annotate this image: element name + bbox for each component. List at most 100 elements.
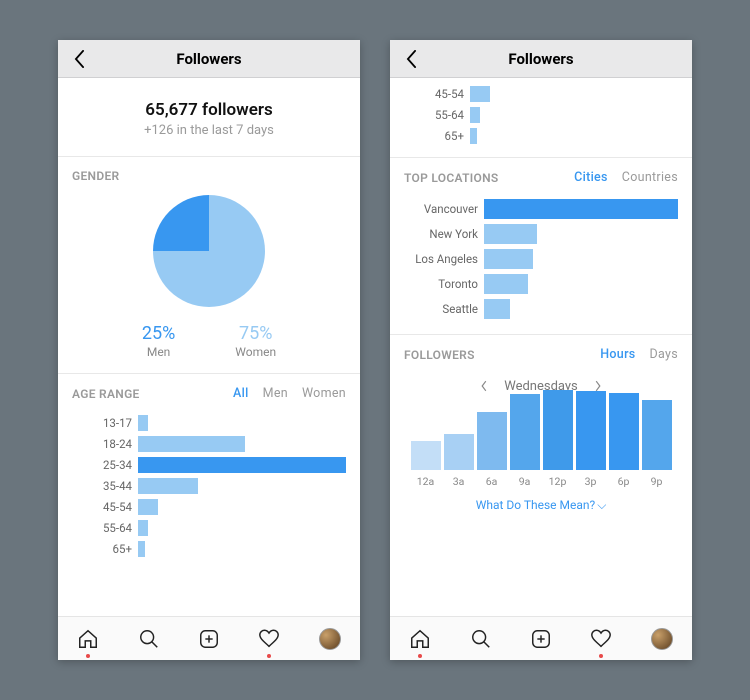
hour-bar-fill [576,391,606,470]
notification-dot [267,654,271,658]
gender-section-head: GENDER [58,157,360,189]
tab-home[interactable] [75,626,101,652]
hour-bar-fill [642,400,672,470]
bar-row: 55-64 [404,105,678,125]
tab-locations-countries[interactable]: Countries [622,170,678,185]
heart-icon [258,628,280,650]
what-do-these-mean-link[interactable]: What Do These Mean?⌵ [390,488,692,525]
bar-label: Seattle [404,302,484,316]
tab-search[interactable] [136,626,162,652]
notification-dot [418,654,422,658]
bar-fill [138,499,158,515]
back-button[interactable] [400,48,422,70]
home-icon [409,628,431,650]
bar-track [138,436,346,452]
hour-bar: 12a [411,441,441,488]
tab-profile[interactable] [317,626,343,652]
page-title: Followers [508,50,573,68]
bar-label: Vancouver [404,202,484,216]
age-section-head: AGE RANGE All Men Women [58,374,360,407]
tab-age-all[interactable]: All [233,386,249,401]
bar-fill [484,274,528,294]
hour-bar: 6a [477,412,507,488]
tab-locations-cities[interactable]: Cities [574,170,608,185]
page-title: Followers [176,50,241,68]
hour-bar-fill [444,434,474,470]
locations-section-head: TOP LOCATIONS Cities Countries [390,158,692,191]
bar-track [484,249,678,269]
tab-followers-hours[interactable]: Hours [600,347,635,362]
followers-tabs: Hours Days [600,347,678,362]
nav-bar: Followers [390,40,692,78]
search-icon [138,628,160,650]
locations-section-title: TOP LOCATIONS [404,171,499,185]
bar-label: 13-17 [72,416,138,430]
tab-activity[interactable] [588,626,614,652]
bar-label: Los Angeles [404,252,484,266]
bar-label: 45-54 [72,500,138,514]
hour-bar: 9a [510,394,540,488]
bar-row: 65+ [72,539,346,559]
hour-bar: 3a [444,434,474,488]
prev-day-button[interactable] [476,378,492,394]
gender-men-label: Men [142,345,175,359]
back-button[interactable] [68,48,90,70]
search-icon [470,628,492,650]
tab-profile[interactable] [649,626,675,652]
bar-fill [484,249,533,269]
bar-fill [470,107,480,123]
hour-bar: 3p [576,391,606,488]
hour-bar-label: 12p [549,475,567,488]
followers-hours-chart: 12a3a 6a 9a 12p 3p 6p 9p [390,394,692,488]
bar-label: 65+ [404,129,470,143]
hour-bar-fill [510,394,540,470]
gender-women-label: Women [235,345,276,359]
tab-create[interactable] [196,626,222,652]
bar-row: Los Angeles [404,247,678,271]
hour-bar-fill [411,441,441,470]
plus-square-icon [198,628,220,650]
bar-track [138,499,346,515]
gender-women: 75% Women [235,323,276,359]
tab-create[interactable] [528,626,554,652]
tab-home[interactable] [407,626,433,652]
chevron-left-icon [480,380,488,392]
age-tabs: All Men Women [233,386,346,401]
locations-tabs: Cities Countries [574,170,678,185]
tab-activity[interactable] [256,626,282,652]
gender-men: 25% Men [142,323,175,359]
bar-fill [138,520,148,536]
tab-age-men[interactable]: Men [263,386,288,401]
hour-bar-label: 6a [486,475,498,488]
bar-label: Toronto [404,277,484,291]
bar-row: 13-17 [72,413,346,433]
notification-dot [86,654,90,658]
hour-bar-label: 6p [618,475,630,488]
hour-bar-fill [543,390,573,470]
bar-track [484,299,678,319]
hour-bar: 9p [642,400,672,488]
bar-fill [484,199,678,219]
tab-age-women[interactable]: Women [302,386,346,401]
bar-row: New York [404,222,678,246]
bar-row: 35-44 [72,476,346,496]
chevron-left-icon [406,50,417,68]
bar-fill [470,86,490,102]
bar-fill [138,541,145,557]
bar-row: 25-34 [72,455,346,475]
gender-section-title: GENDER [72,169,119,183]
tab-followers-days[interactable]: Days [650,347,678,362]
hour-bar: 12p [543,390,573,488]
chevron-left-icon [74,50,85,68]
bar-row: 65+ [404,126,678,146]
bar-fill [484,224,537,244]
bar-row: 55-64 [72,518,346,538]
avatar-icon [651,628,673,650]
bottom-tab-bar [58,616,360,660]
hour-bar-label: 3p [585,475,597,488]
bar-track [484,199,678,219]
followers-count: 65,677 followers [58,100,360,120]
tab-search[interactable] [468,626,494,652]
gender-pie-chart: 25% Men 75% Women [58,189,360,373]
bar-row: Toronto [404,272,678,296]
